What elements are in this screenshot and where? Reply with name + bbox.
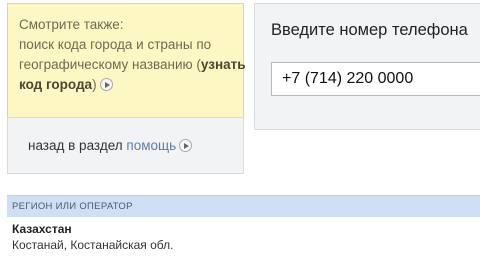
back-to-section-box: назад в раздел помощь bbox=[7, 117, 244, 174]
back-to-section-text: назад в раздел bbox=[28, 138, 127, 153]
see-also-text-line: географическому названию (узнать bbox=[19, 55, 246, 75]
arrow-right-circle-icon[interactable] bbox=[179, 139, 193, 152]
find-city-code-link-cont[interactable]: код города bbox=[19, 77, 92, 92]
see-also-text-suffix: ) bbox=[92, 77, 97, 92]
region-country: Казахстан bbox=[12, 222, 72, 236]
region-city: Костанай, Костанайская обл. bbox=[12, 238, 174, 252]
arrow-right-circle-icon[interactable] bbox=[99, 78, 113, 91]
see-also-text-line: поиск кода города и страны по bbox=[19, 37, 212, 52]
phone-number-input[interactable] bbox=[271, 62, 480, 96]
see-also-text-line: код города) bbox=[19, 75, 233, 95]
see-also-box: Смотрите также: поиск кода города и стра… bbox=[7, 3, 246, 118]
help-link[interactable]: помощь bbox=[126, 138, 176, 153]
find-city-code-link[interactable]: узнать bbox=[201, 57, 246, 72]
phone-entry-panel: Введите номер телефона bbox=[254, 3, 480, 130]
phone-entry-title: Введите номер телефона bbox=[271, 21, 468, 39]
region-column-header: РЕГИОН ИЛИ ОПЕРАТОР bbox=[7, 195, 480, 217]
see-also-text-prefix: географическому названию ( bbox=[19, 57, 201, 72]
see-also-heading: Смотрите также: bbox=[19, 17, 124, 32]
